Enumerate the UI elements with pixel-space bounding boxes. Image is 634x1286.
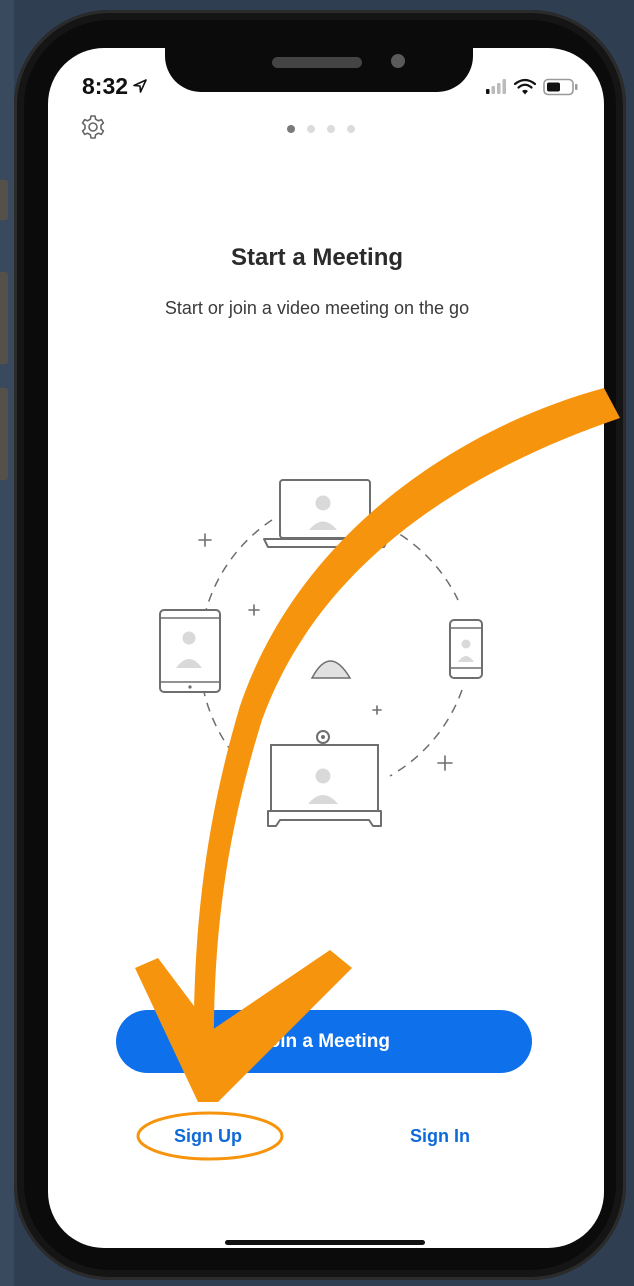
volume-down-button — [0, 388, 8, 480]
location-icon — [133, 79, 147, 93]
battery-icon — [543, 78, 578, 96]
gear-icon[interactable] — [80, 114, 106, 140]
page-dot-active — [287, 125, 295, 133]
page-indicator — [285, 125, 365, 135]
mobile-phone-icon — [449, 619, 483, 679]
mute-switch — [0, 180, 8, 220]
tablet-icon — [159, 609, 221, 693]
status-time: 8:32 — [82, 73, 129, 99]
laptop-icon — [263, 479, 389, 548]
onboarding-subtitle: Start or join a video meeting on the go — [164, 298, 470, 318]
front-camera — [391, 54, 405, 68]
wifi-icon — [514, 78, 536, 95]
person-silhouette-icon — [310, 660, 352, 679]
home-indicator[interactable] — [225, 1240, 425, 1245]
page-dot — [307, 125, 315, 133]
page-dot — [327, 125, 335, 133]
sign-up-link[interactable]: Sign Up — [174, 1126, 242, 1147]
page-dot — [347, 125, 355, 133]
sign-in-link[interactable]: Sign In — [410, 1126, 470, 1147]
meeting-illustration — [159, 479, 483, 827]
onboarding-title: Start a Meeting — [230, 244, 404, 271]
signal-icon — [486, 79, 506, 94]
join-meeting-button[interactable]: Join a Meeting — [116, 1010, 532, 1073]
conference-room-icon — [267, 730, 382, 827]
earpiece-speaker — [272, 57, 362, 68]
